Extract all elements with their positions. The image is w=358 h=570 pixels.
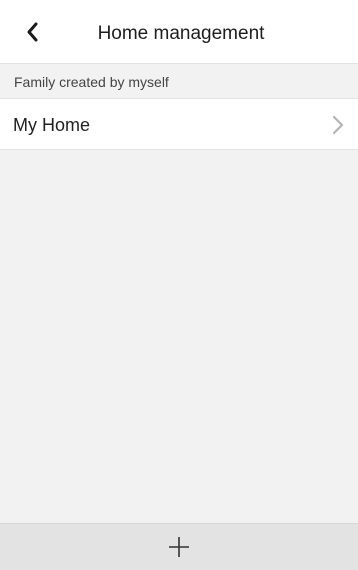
section-label: Family created by myself (0, 64, 358, 99)
add-home-button[interactable] (0, 523, 358, 570)
home-name: My Home (13, 115, 91, 135)
plus-icon (169, 537, 189, 557)
page-title: Home management (97, 23, 265, 44)
top-bar: Home management (0, 0, 358, 64)
chevron-right-icon (332, 115, 344, 135)
list-item-my-home[interactable]: My Home (0, 99, 358, 150)
